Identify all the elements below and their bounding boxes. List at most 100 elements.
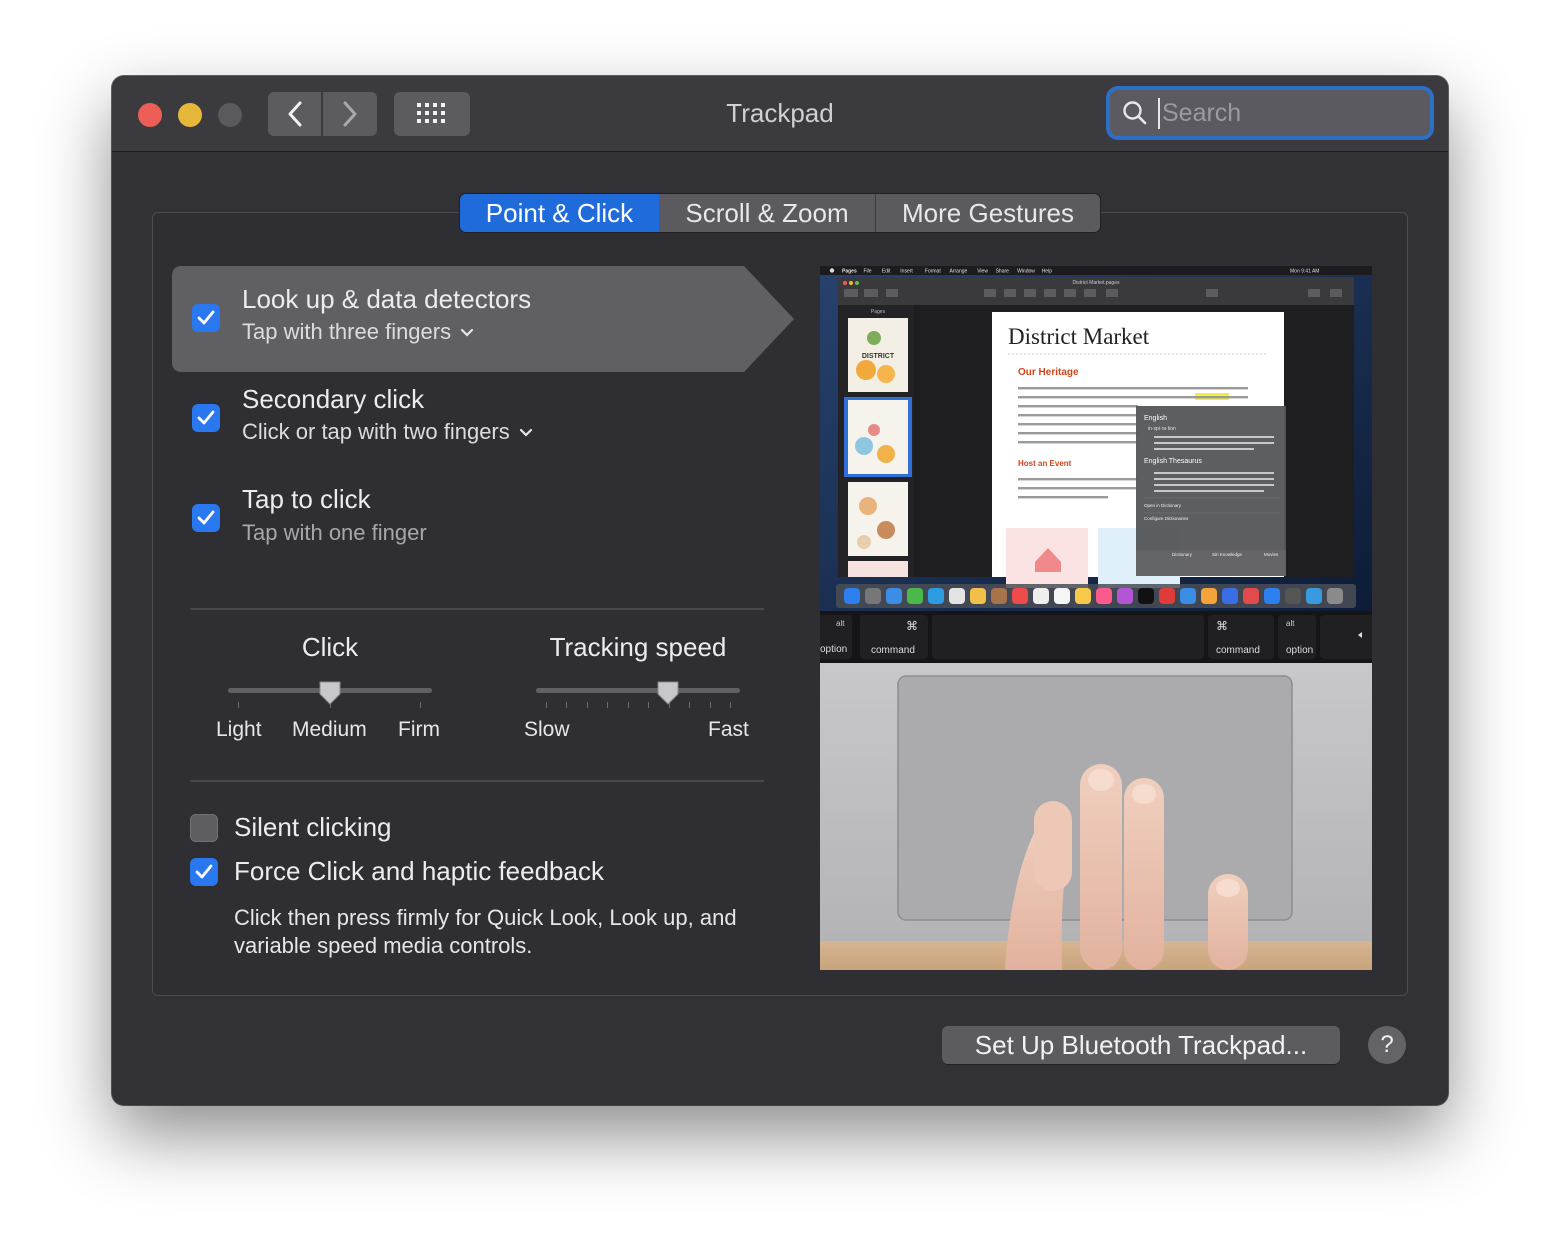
click-slider-title: Click [301,632,359,662]
title-bar: Trackpad [112,76,1448,152]
preview-dock-app-icon [1159,588,1175,604]
tracking-slider-tick [586,702,588,708]
preview-illustration: Pages File Edit Insert Format Arrange View Shar… [820,266,1372,970]
preview-clock: Mon 9:41 AM [1290,269,1319,275]
preview-dock-app-icon [1075,588,1091,604]
preview-doc-title: District Market.pages [1073,280,1120,286]
preview-key-command-left: command [871,645,915,656]
preview-dock-app-icon [949,588,965,604]
tracking-slider-tick [689,702,691,708]
preview-popup-config: Configure Dictionaries [1144,516,1189,521]
chevron-down-icon [461,329,474,337]
preview-dock-app-icon [1306,588,1322,604]
preview-doc-heading: District Market [1008,324,1150,349]
click-label-firm: Firm [398,718,440,741]
click-slider-tick [420,702,421,708]
tap-to-click-title: Tap to click [242,484,371,514]
preview-key-option-left: option [820,644,847,655]
preview-dock-app-icon [1201,588,1217,604]
click-label-medium: Medium [292,718,367,741]
force-click-description: Click then press firmly for Quick Look, … [234,905,737,958]
secondary-click-gesture-menu[interactable]: Click or tap with two fingers [242,419,534,445]
preview-popup-lang: English [1144,415,1167,422]
preview-menu-item: Format [925,269,941,275]
preview-dock-app-icon [928,588,944,604]
preview-section-1: Our Heritage [1018,367,1079,378]
preview-dock-app-icon [1327,588,1343,604]
preview-menu-item: File [864,269,872,275]
preview-menu-item: Arrange [950,269,968,275]
force-click-checkbox[interactable] [190,858,218,886]
lookup-gesture-menu[interactable]: Tap with three fingers [242,319,475,345]
setup-bluetooth-trackpad-button[interactable]: Set Up Bluetooth Trackpad... [942,1026,1340,1064]
silent-clicking-label: Silent clicking [234,812,392,842]
preview-popup-word: in·spi·ra·tion [1148,426,1176,432]
preferences-window: Trackpad Point & Click Scroll & Zoom Mor… [112,76,1448,1105]
tracking-slider-tick [730,702,731,708]
divider [190,780,764,782]
search-input[interactable] [1158,97,1424,129]
secondary-click-subtitle: Click or tap with two fingers [242,419,510,444]
preview-popup-tab-siri: Siri Knowledge [1212,552,1243,557]
tap-to-click-subtitle: Tap with one finger [242,520,427,545]
lookup-subtitle: Tap with three fingers [242,319,452,344]
preview-menu-item: View [977,269,988,275]
preview-dock-app-icon [1264,588,1280,604]
chevron-down-icon [519,429,532,437]
preview-dock-app-icon [1243,588,1259,604]
tab-point-and-click[interactable]: Point & Click [460,194,659,232]
tracking-slider-tick [607,702,609,708]
tab-more-gestures[interactable]: More Gestures [876,194,1100,232]
preview-key-command-right: command [1216,645,1260,656]
preview-dock-app-icon [1096,588,1112,604]
lookup-title: Look up & data detectors [242,284,532,314]
gesture-preview-video: Pages File Edit Insert Format Arrange View Shar… [820,266,1372,970]
tracking-slider-track[interactable] [536,688,740,693]
preview-menu-item: Share [996,269,1010,275]
preview-popup-thesaurus: English Thesaurus [1144,458,1202,465]
tracking-slider-knob[interactable] [656,680,680,706]
tracking-label-fast: Fast [708,718,749,741]
preview-apple-icon [829,268,835,273]
lookup-checkbox[interactable] [192,304,220,332]
secondary-click-checkbox[interactable] [192,404,220,432]
preview-dock-app-icon [1180,588,1196,604]
tracking-slider-tick [627,702,629,708]
preview-menu-item: Help [1042,269,1053,275]
preview-menu-item: Edit [882,269,891,275]
search-field[interactable] [1110,90,1430,136]
tap-to-click-checkbox[interactable] [192,504,220,532]
preview-key-cmd-symbol-left: ⌘ [906,619,918,633]
silent-clicking-checkbox[interactable] [190,814,218,842]
preview-dock-app-icon [865,588,881,604]
preview-dock-app-icon [1138,588,1154,604]
tab-scroll-and-zoom[interactable]: Scroll & Zoom [659,194,876,232]
preview-dock-app-icon [907,588,923,604]
tracking-slider-tick [546,702,547,708]
preview-key-cmd-symbol-right: ⌘ [1216,619,1228,633]
preview-menu-item: Pages [842,269,857,275]
click-label-light: Light [216,718,262,741]
preview-key-option-right: option [1286,645,1313,656]
force-click-label: Force Click and haptic feedback [234,856,604,886]
click-slider-knob[interactable] [318,680,342,706]
checkmark-icon [195,864,213,879]
help-button[interactable]: ? [1368,1026,1406,1064]
preview-dock-app-icon [1033,588,1049,604]
preview-dock-app-icon [991,588,1007,604]
preview-sidebar-label: Pages [871,309,886,315]
checkmark-icon [197,510,215,525]
tracking-slider-tick [709,702,711,708]
preview-section-2: Host an Event [1018,459,1072,468]
tracking-slider-tick [566,702,568,708]
preview-dock-app-icon [1285,588,1301,604]
preview-menu-item: Insert [900,269,913,275]
click-slider-tick [238,702,239,708]
preview-keyboard: alt option ⌘ command ⌘ command alt optio… [820,615,1372,659]
preview-dock-app-icon [1012,588,1028,604]
tracking-slider-title: Tracking speed [549,632,727,662]
preview-dock-app-icon [1117,588,1133,604]
preview-menu-item: Window [1017,269,1035,275]
preview-dock-app-icon [844,588,860,604]
preview-popup-open: Open in Dictionary [1144,503,1182,508]
